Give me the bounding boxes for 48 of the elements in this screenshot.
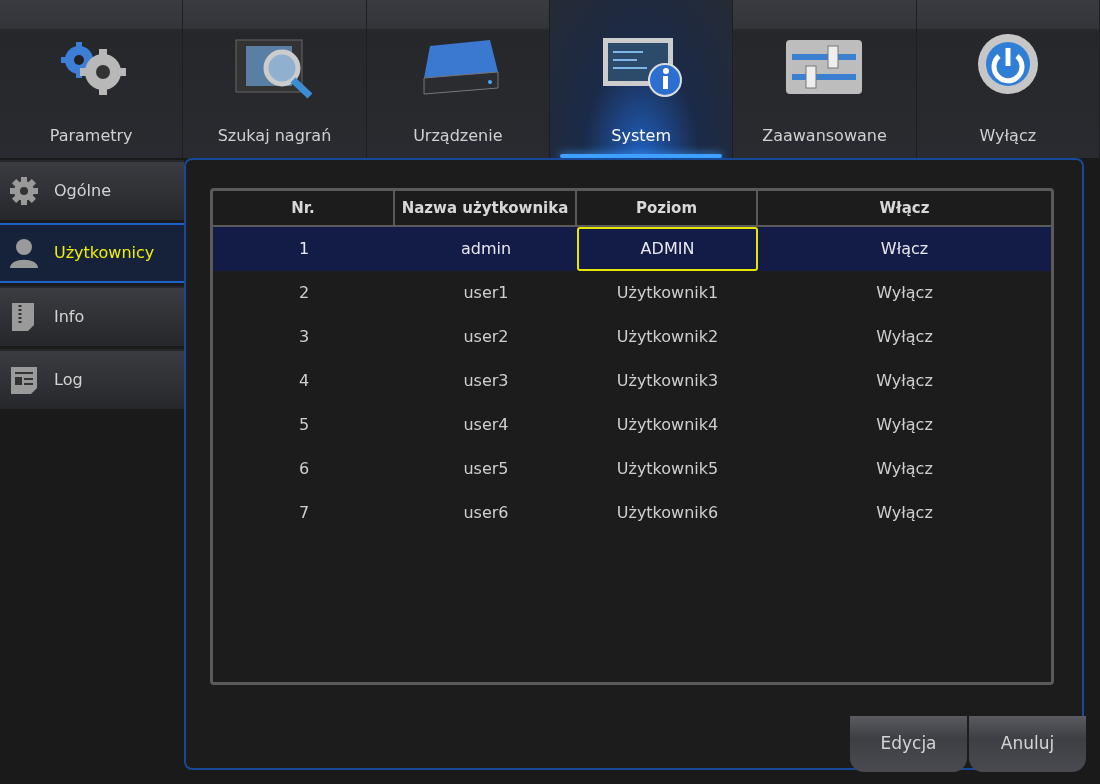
table-cell[interactable]: user4 [395,403,577,447]
column-header: Nr. [213,191,395,225]
column-header: Poziom [577,191,758,225]
table-cell[interactable]: Wyłącz [758,359,1051,403]
table-cell[interactable]: Użytkownik5 [577,447,758,491]
table-cell[interactable]: Użytkownik2 [577,315,758,359]
sidebar-item[interactable]: Log [0,349,184,409]
action-button[interactable]: Edycja [850,716,967,772]
menu-tab[interactable]: Zaawansowane [733,0,917,158]
user-icon [8,237,40,269]
table-cell[interactable]: user2 [395,315,577,359]
table-cell[interactable]: Użytkownik6 [577,491,758,535]
table-cell[interactable]: 6 [213,447,395,491]
column-header: Nazwa użytkownika [395,191,577,225]
sidebar-item[interactable]: Użytkownicy [0,223,184,283]
sidebar-item[interactable]: Ogólne [0,160,184,220]
table-cell[interactable]: user3 [395,359,577,403]
action-button[interactable]: Anuluj [969,716,1086,772]
table-cell[interactable]: Włącz [758,227,1051,271]
table-cell[interactable]: Użytkownik4 [577,403,758,447]
table-cell[interactable]: Wyłącz [758,315,1051,359]
table-cell[interactable]: 5 [213,403,395,447]
table-cell[interactable]: ADMIN [577,227,758,271]
menu-tab[interactable]: Urządzenie [366,0,550,158]
selected-row-highlight[interactable]: 1 admin ADMIN Włącz [213,227,1051,271]
document-icon [8,364,40,396]
menu-tab[interactable]: System [550,0,734,158]
table-cell[interactable]: Użytkownik3 [577,359,758,403]
menu-tab[interactable]: Szukaj nagrań [183,0,367,158]
table-cell[interactable]: user6 [395,491,577,535]
table-cell[interactable]: 4 [213,359,395,403]
table-cell[interactable]: user1 [395,271,577,315]
table-cell[interactable]: 1 [213,227,395,271]
column-header: Włącz [878,197,931,219]
table-cell[interactable]: 2 [213,271,395,315]
table-cell[interactable]: admin [395,227,577,271]
menu-tab[interactable]: Wyłącz [916,0,1100,158]
table-cell[interactable]: Wyłącz [758,271,1051,315]
table-cell[interactable]: user5 [395,447,577,491]
table-cell[interactable]: 3 [213,315,395,359]
table-cell[interactable]: Użytkownik1 [577,271,758,315]
sidebar-item[interactable]: Info [0,286,184,346]
menu-tab[interactable]: Parametry [0,0,184,158]
table-cell[interactable]: Wyłącz [758,491,1051,535]
gear-icon [8,175,40,207]
table-cell[interactable]: Wyłącz [758,447,1051,491]
table-cell[interactable]: Wyłącz [758,403,1051,447]
table-cell[interactable]: 7 [213,491,395,535]
